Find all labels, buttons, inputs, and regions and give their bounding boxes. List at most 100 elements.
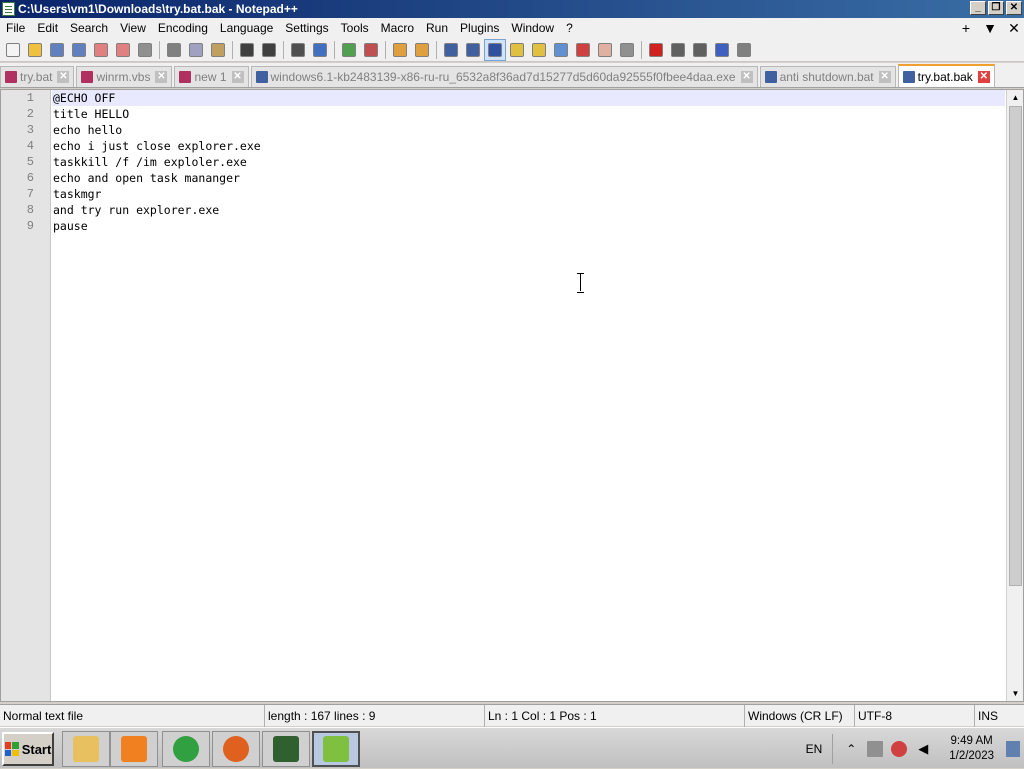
menu-plugins[interactable]: Plugins [454, 18, 505, 38]
firefox-app[interactable] [212, 731, 260, 767]
copy-button[interactable] [185, 39, 207, 61]
volume-icon[interactable]: ◀ [915, 741, 931, 757]
folder-workspace-button[interactable] [572, 39, 594, 61]
open-file-button[interactable] [24, 39, 46, 61]
code-line[interactable]: and try run explorer.exe [52, 202, 1005, 218]
status-mode: INS [978, 709, 999, 723]
undo-button[interactable] [236, 39, 258, 61]
macro-save-button[interactable] [733, 39, 755, 61]
show-all-chars-button[interactable] [462, 39, 484, 61]
code-line[interactable]: @ECHO OFF [52, 90, 1005, 106]
editor[interactable]: 1 2 3 4 5 6 7 8 9 @ECHO OFF title HELLO echo hello… [0, 89, 1024, 702]
title-bar[interactable]: C:\Users\vm1\Downloads\try.bat.bak - Not… [0, 0, 1024, 18]
close-document-icon[interactable]: ✕ [1004, 18, 1024, 38]
macro-run-multiple-button[interactable] [711, 39, 733, 61]
code-line[interactable]: echo hello [52, 122, 1005, 138]
menu-tools[interactable]: Tools [335, 18, 375, 38]
media-player-app[interactable] [110, 731, 158, 767]
tab-label: try.bat [20, 70, 53, 84]
new-tab-icon[interactable]: + [956, 18, 976, 38]
vertical-scrollbar[interactable]: ▲ ▼ [1006, 90, 1023, 701]
user-language-button[interactable] [506, 39, 528, 61]
close-tab-icon[interactable]: ✕ [57, 71, 70, 83]
notepadpp-app[interactable] [312, 731, 360, 767]
save-all-button[interactable] [68, 39, 90, 61]
macro-play-button[interactable] [689, 39, 711, 61]
menu-macro[interactable]: Macro [375, 18, 420, 38]
menu-language[interactable]: Language [214, 18, 279, 38]
folder-button[interactable] [594, 39, 616, 61]
sync-horizontal-button[interactable] [411, 39, 433, 61]
document-map-button[interactable] [528, 39, 550, 61]
close-button[interactable]: ✕ [1006, 1, 1022, 15]
tab-item[interactable]: try.bat.bak ✕ [897, 64, 995, 87]
network-icon[interactable] [867, 740, 884, 757]
minimize-button[interactable]: _ [970, 1, 986, 15]
menu-edit[interactable]: Edit [31, 18, 64, 38]
word-wrap-icon [444, 42, 458, 57]
restore-button[interactable]: ❐ [988, 1, 1004, 15]
close-tab-icon[interactable]: ✕ [740, 71, 753, 83]
scroll-up-icon[interactable]: ▲ [1008, 90, 1023, 105]
close-tab-icon[interactable]: ✕ [155, 71, 168, 83]
indent-guide-button[interactable] [484, 38, 506, 61]
function-list-button[interactable] [550, 39, 572, 61]
tab-item[interactable]: windows6.1-kb2483139-x86-ru-ru_6532a8f36… [250, 66, 758, 87]
clock[interactable]: 9:49 AM 1/2/2023 [949, 734, 994, 764]
menu-search[interactable]: Search [64, 18, 114, 38]
monitoring-button[interactable] [616, 39, 638, 61]
menu-view[interactable]: View [114, 18, 152, 38]
menu-window[interactable]: Window [505, 18, 560, 38]
show-desktop-icon[interactable] [1006, 740, 1020, 757]
tab-list-icon[interactable]: ▼ [980, 18, 1000, 38]
code-line[interactable]: pause [52, 218, 1005, 234]
paste-button[interactable] [207, 39, 229, 61]
replace-icon [313, 42, 327, 57]
tab-item[interactable]: try.bat ✕ [0, 66, 75, 87]
start-button[interactable]: Start [2, 732, 54, 766]
redo-button[interactable] [258, 39, 280, 61]
print-button[interactable] [134, 39, 156, 61]
close-tab-icon[interactable]: ✕ [977, 70, 990, 83]
save-button[interactable] [46, 39, 68, 61]
new-file-button[interactable] [2, 39, 24, 61]
task-manager-app[interactable] [262, 731, 310, 767]
status-bar: Normal text file length : 167 lines : 9 … [0, 704, 1024, 727]
menu-help[interactable]: ? [560, 18, 579, 38]
macro-record-button[interactable] [645, 39, 667, 61]
code-line[interactable]: taskmgr [52, 186, 1005, 202]
close-tab-icon[interactable]: ✕ [878, 71, 891, 83]
toolbar-separator [232, 40, 233, 59]
close-tab-icon[interactable]: ✕ [231, 71, 244, 83]
code-line[interactable]: echo and open task mananger [52, 170, 1005, 186]
replace-button[interactable] [309, 39, 331, 61]
tab-item[interactable]: new 1 ✕ [174, 66, 249, 87]
show-hidden-icons-icon[interactable]: ⌃ [843, 741, 859, 757]
close-button[interactable] [90, 39, 112, 61]
code-line[interactable]: title HELLO [52, 106, 1005, 122]
explorer-app[interactable] [62, 731, 110, 767]
code-line[interactable]: echo i just close explorer.exe [52, 138, 1005, 154]
zoom-in-button[interactable] [338, 39, 360, 61]
chrome-app[interactable] [162, 731, 210, 767]
close-all-button[interactable] [112, 39, 134, 61]
language-indicator[interactable]: EN [806, 742, 823, 756]
word-wrap-button[interactable] [440, 39, 462, 61]
tab-item[interactable]: winrm.vbs ✕ [76, 66, 173, 87]
macro-stop-button[interactable] [667, 39, 689, 61]
code-line[interactable]: taskkill /f /im exploler.exe [52, 154, 1005, 170]
menu-file[interactable]: File [0, 18, 31, 38]
toolbar-separator [641, 40, 642, 59]
code-area[interactable]: @ECHO OFF title HELLO echo hello echo i jus… [52, 90, 1005, 701]
menu-settings[interactable]: Settings [279, 18, 334, 38]
zoom-out-button[interactable] [360, 39, 382, 61]
action-center-icon[interactable] [891, 740, 908, 757]
menu-encoding[interactable]: Encoding [152, 18, 214, 38]
find-button[interactable] [287, 39, 309, 61]
menu-run[interactable]: Run [420, 18, 454, 38]
scroll-thumb[interactable] [1009, 106, 1022, 586]
cut-button[interactable] [163, 39, 185, 61]
tab-item[interactable]: anti shutdown.bat ✕ [759, 66, 896, 87]
sync-vertical-button[interactable] [389, 39, 411, 61]
scroll-down-icon[interactable]: ▼ [1008, 686, 1023, 701]
